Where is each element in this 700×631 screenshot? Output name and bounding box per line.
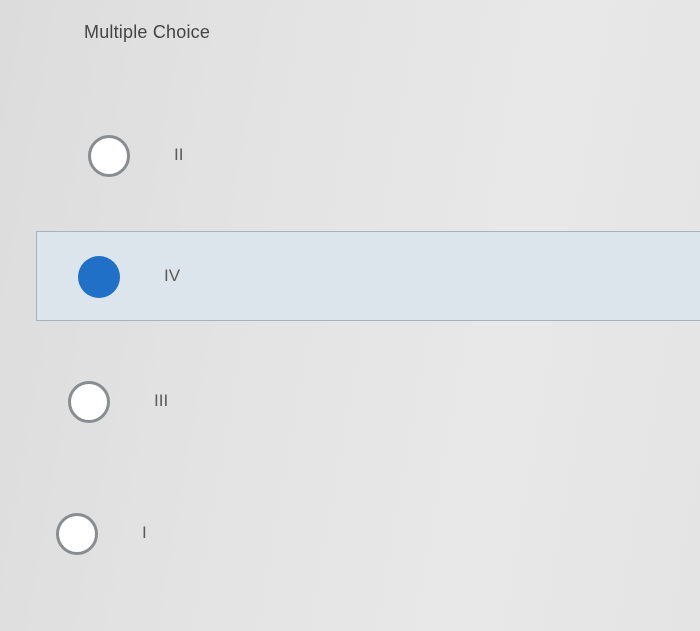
- answer-option-label: IV: [164, 266, 181, 285]
- answer-option-3[interactable]: III: [68, 381, 168, 423]
- answer-option-2[interactable]: IV: [78, 256, 180, 298]
- radio-button-checked[interactable]: [78, 256, 120, 298]
- answer-option-label: I: [142, 523, 147, 542]
- radio-button-unchecked[interactable]: [88, 135, 130, 177]
- radio-button-unchecked[interactable]: [68, 381, 110, 423]
- answer-option-4[interactable]: I: [56, 513, 147, 555]
- selected-option-highlight: [36, 231, 700, 321]
- radio-button-unchecked[interactable]: [56, 513, 98, 555]
- answer-option-label: II: [174, 145, 184, 164]
- answer-option-1[interactable]: II: [88, 135, 183, 177]
- answer-option-label: III: [154, 391, 169, 410]
- question-header: Multiple Choice: [84, 22, 211, 42]
